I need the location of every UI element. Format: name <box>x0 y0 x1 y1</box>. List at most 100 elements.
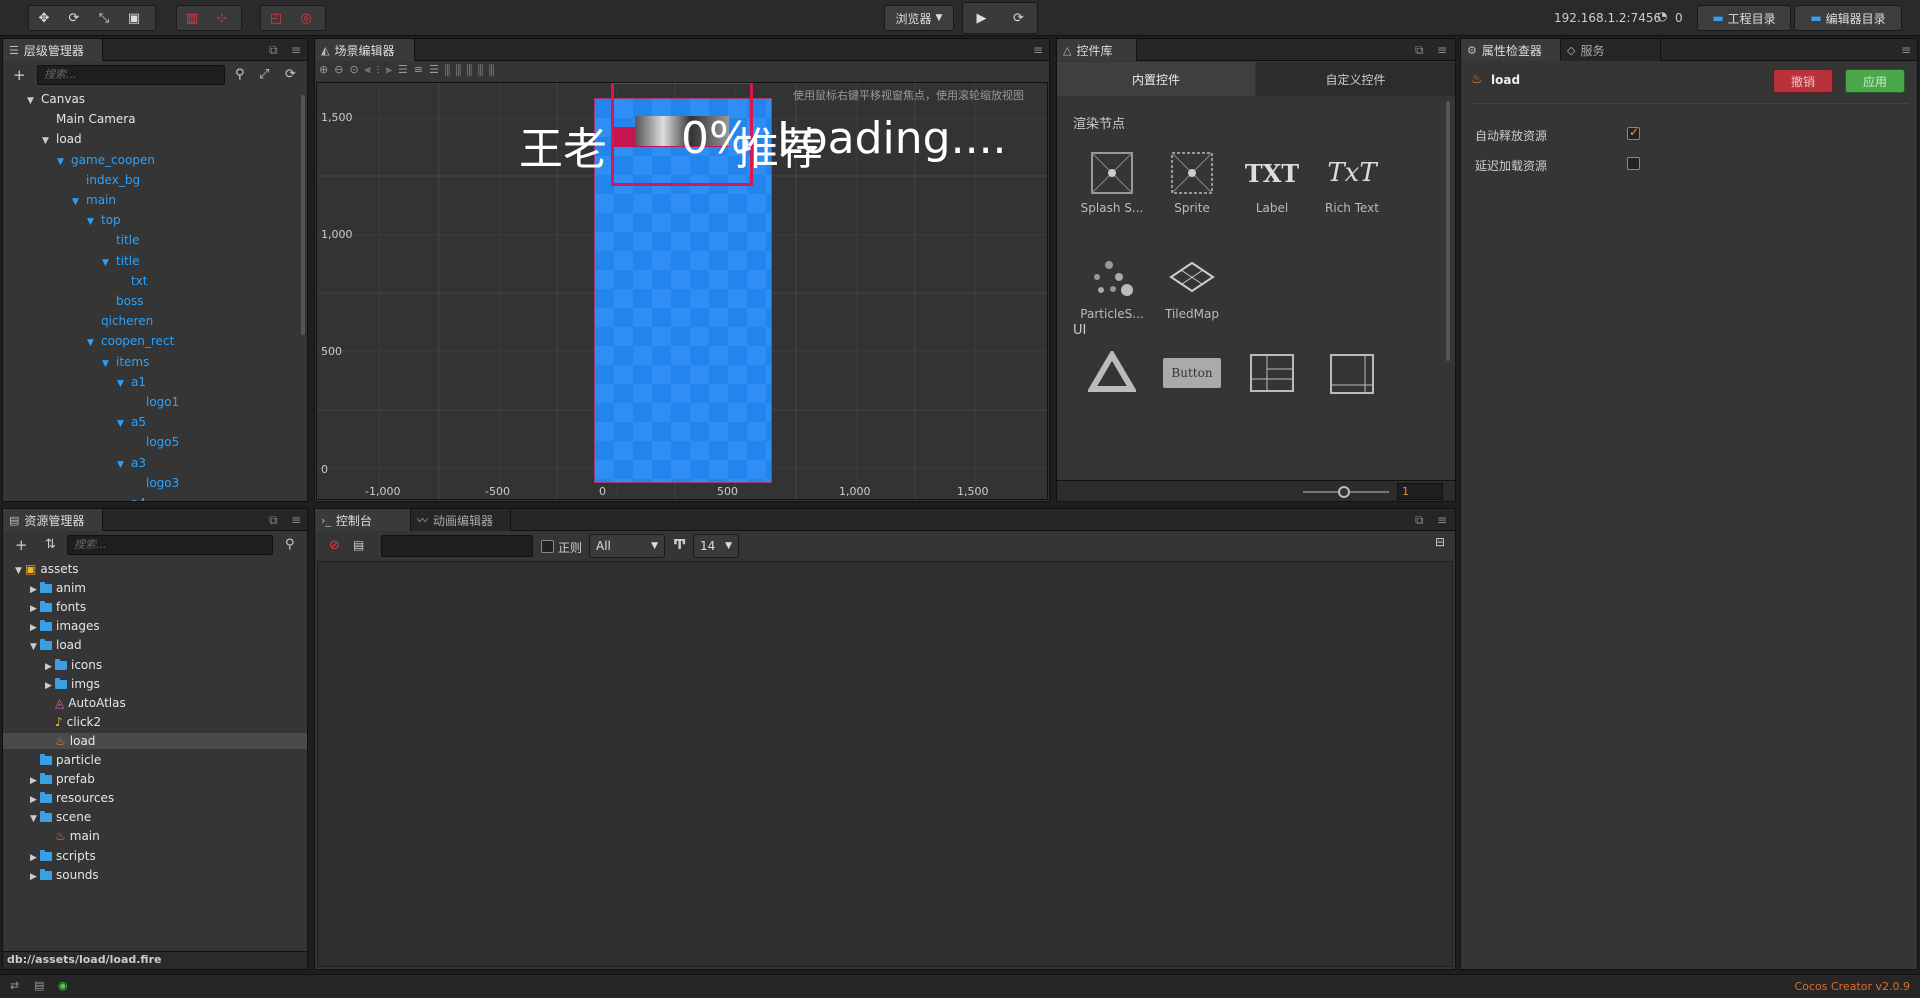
hierarchy-node[interactable]: ▼ Canvas <box>27 91 85 107</box>
scene-viewport[interactable]: 王老 0% 推荐 Loading.... 使用鼠标右键平移视窗焦点，使用滚轮缩放… <box>316 82 1048 500</box>
zoom-value-field[interactable]: 1 <box>1397 483 1443 500</box>
hierarchy-node[interactable]: ▼ a5 <box>117 414 146 430</box>
asset-item[interactable]: ♪ click2 <box>3 714 307 730</box>
local-icon[interactable]: ⊹ <box>207 6 237 30</box>
asset-item[interactable]: ▼ load <box>3 637 307 653</box>
expand-arrow-icon[interactable]: ▶ <box>30 773 40 789</box>
widget-canvas[interactable] <box>1077 345 1147 401</box>
expand-arrow-icon[interactable]: ▼ <box>30 811 40 827</box>
popout-icon[interactable]: ⧉ <box>269 513 278 528</box>
expand-arrow-icon[interactable]: ▶ <box>45 659 55 675</box>
hierarchy-node[interactable]: index_bg <box>72 172 140 188</box>
project-dir-button[interactable]: ▬ 工程目录 <box>1697 5 1791 31</box>
hierarchy-node[interactable]: logo1 <box>132 394 179 410</box>
menu-icon[interactable]: ≡ <box>1901 43 1911 57</box>
expand-arrow-icon[interactable]: ▼ <box>15 563 25 579</box>
menu-icon[interactable]: ≡ <box>1033 43 1043 57</box>
eye-icon[interactable]: ◉ <box>58 979 68 992</box>
gizmo-3d-icon[interactable]: ◎ <box>291 6 321 30</box>
hierarchy-node[interactable]: ▼ a1 <box>117 374 146 390</box>
expand-arrow-icon[interactable]: ▼ <box>117 457 127 473</box>
hierarchy-node[interactable]: ▼ coopen_rect <box>87 333 174 349</box>
align-top-icon[interactable]: ☰ <box>398 63 414 76</box>
console-filter-input[interactable] <box>381 535 533 557</box>
tab-hierarchy[interactable]: ☰ 层级管理器 <box>3 39 103 61</box>
search-icon[interactable]: ⚲ <box>235 67 245 82</box>
menu-icon[interactable]: ≡ <box>291 43 301 57</box>
menu-icon[interactable]: ≡ <box>291 513 301 527</box>
popout-icon[interactable]: ⧉ <box>1415 513 1424 528</box>
hierarchy-scrollbar[interactable] <box>301 95 305 335</box>
scale-tool-icon[interactable]: ⤡ <box>89 6 119 30</box>
expand-arrow-icon[interactable]: ▼ <box>102 255 112 271</box>
tab-scene-editor[interactable]: ◭ 场景编辑器 <box>315 39 415 61</box>
font-size-select[interactable]: 14 ▼ <box>693 534 739 558</box>
expand-arrow-icon[interactable]: ▶ <box>45 678 55 694</box>
expand-arrow-icon[interactable]: ▼ <box>87 335 97 351</box>
asset-item[interactable]: ▶ prefab <box>3 771 307 787</box>
tab-widgets[interactable]: △ 控件库 <box>1057 39 1137 61</box>
subtab-builtin[interactable]: 内置控件 <box>1057 62 1255 96</box>
expand-arrow-icon[interactable]: ▼ <box>57 154 67 170</box>
widget-layout[interactable] <box>1237 345 1307 401</box>
asset-item[interactable]: ▶ anim <box>3 580 307 596</box>
popout-icon[interactable]: ⧉ <box>269 43 278 58</box>
expand-arrow-icon[interactable]: ▶ <box>30 582 40 598</box>
popout-icon[interactable]: ⧉ <box>1415 43 1424 58</box>
hierarchy-node[interactable]: Main Camera <box>42 111 136 127</box>
expand-arrow-icon[interactable]: ▶ <box>30 601 40 617</box>
asset-item[interactable]: ▶ sounds <box>3 867 307 883</box>
editor-dir-button[interactable]: ▬ 编辑器目录 <box>1794 5 1902 31</box>
align-left-icon[interactable]: ⫷ <box>365 63 377 76</box>
zoom-reset-icon[interactable]: ⊙ <box>349 63 364 76</box>
expand-arrow-icon[interactable]: ▼ <box>117 497 127 501</box>
asset-item[interactable]: ▶ images <box>3 618 307 634</box>
revert-button[interactable]: 撤销 <box>1773 69 1833 93</box>
distribute-x-icon[interactable]: ⫼ <box>467 63 478 76</box>
widget-splash-sprite[interactable]: Splash S... <box>1077 145 1147 215</box>
collapse-icon[interactable]: ⊟ <box>1435 535 1445 549</box>
distribute-y-icon[interactable]: ⫼ <box>478 63 489 76</box>
expand-arrow-icon[interactable]: ▶ <box>30 792 40 808</box>
hierarchy-node[interactable]: txt <box>117 273 148 289</box>
zoom-out-icon[interactable]: ⊖ <box>334 63 349 76</box>
search-icon[interactable]: ⚲ <box>285 537 295 552</box>
widget-button[interactable]: Button <box>1157 345 1227 401</box>
asset-item[interactable]: ▶ icons <box>3 657 307 673</box>
add-asset-icon[interactable]: + <box>15 536 28 554</box>
sort-icon[interactable]: ⇅ <box>45 537 56 552</box>
align-bottom-icon[interactable]: ☰ <box>429 63 445 76</box>
expand-arrow-icon[interactable]: ▼ <box>117 376 127 392</box>
menu-icon[interactable]: ≡ <box>1437 43 1447 57</box>
expand-arrow-icon[interactable]: ▼ <box>42 133 52 149</box>
asset-item[interactable]: ▼ ▣ assets <box>3 561 307 577</box>
widget-sprite[interactable]: Sprite <box>1157 145 1227 215</box>
assets-search-input[interactable]: 搜索... <box>67 535 273 555</box>
distribute-h-icon[interactable]: ⫼ <box>445 63 456 76</box>
clear-console-icon[interactable]: ⊘ <box>329 538 340 553</box>
pivot-icon[interactable]: ▥ <box>177 6 207 30</box>
rotate-tool-icon[interactable]: ⟳ <box>59 6 89 30</box>
hierarchy-node[interactable]: title <box>102 232 139 248</box>
expand-arrow-icon[interactable]: ▼ <box>87 214 97 230</box>
widget-rich-text[interactable]: TxT Rich Text <box>1317 145 1387 215</box>
open-log-icon[interactable]: ▤ <box>353 538 364 552</box>
expand-arrow-icon[interactable]: ▶ <box>30 869 40 885</box>
zoom-slider-thumb[interactable] <box>1338 486 1350 498</box>
auto-release-checkbox[interactable]: ✓ <box>1627 125 1640 140</box>
widget-particle-system[interactable]: ParticleS... <box>1077 251 1147 321</box>
menu-icon[interactable]: ≡ <box>1437 513 1447 527</box>
regex-checkbox[interactable] <box>541 540 554 553</box>
expand-arrow-icon[interactable]: ▼ <box>102 356 112 372</box>
console-log-area[interactable] <box>317 561 1453 967</box>
hierarchy-node[interactable]: boss <box>102 293 143 309</box>
distribute-v-icon[interactable]: ⫼ <box>456 63 467 76</box>
database-icon[interactable]: ▤ <box>34 979 44 992</box>
expand-arrow-icon[interactable]: ▼ <box>117 416 127 432</box>
asset-item[interactable]: ◬ AutoAtlas <box>3 695 307 711</box>
expand-arrow-icon[interactable]: ▼ <box>27 93 37 109</box>
hierarchy-node[interactable]: ▼ title <box>102 253 139 269</box>
tab-service[interactable]: ◇ 服务 <box>1561 39 1661 61</box>
expand-arrow-icon[interactable]: ▶ <box>30 620 40 636</box>
preview-platform-select[interactable]: 浏览器 ▼ <box>884 5 954 31</box>
